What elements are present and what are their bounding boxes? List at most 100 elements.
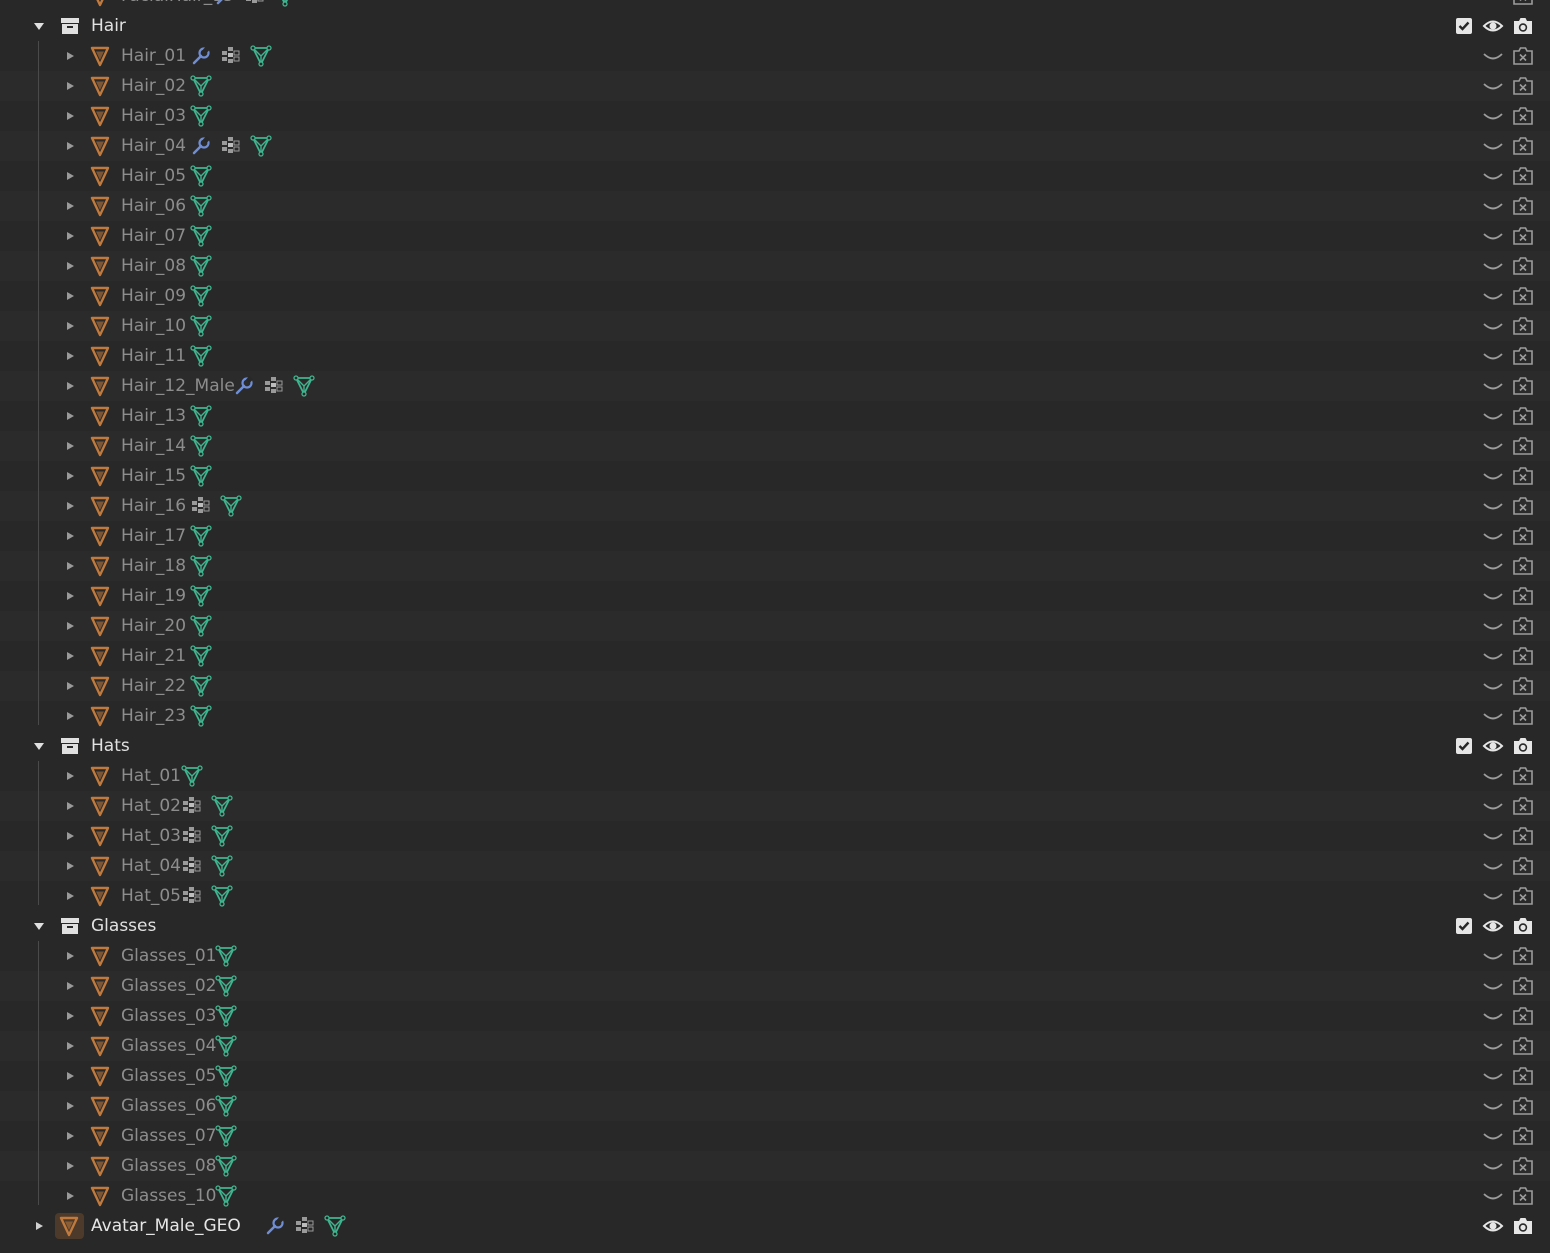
camera-disabled-icon[interactable] <box>1512 405 1534 427</box>
eye-closed-icon[interactable] <box>1482 105 1504 127</box>
collapse-arrow-icon[interactable] <box>31 731 47 761</box>
modifier-grid-icon[interactable] <box>181 795 203 817</box>
list-item[interactable]: Hair_22 <box>0 671 1550 701</box>
camera-icon[interactable] <box>1512 1215 1534 1237</box>
expand-arrow-icon[interactable] <box>62 851 78 881</box>
mesh-data-icon[interactable] <box>324 1215 346 1237</box>
modifier-grid-icon[interactable] <box>220 135 242 157</box>
eye-closed-icon[interactable] <box>1482 525 1504 547</box>
eye-icon[interactable] <box>1482 735 1504 757</box>
eye-closed-icon[interactable] <box>1482 195 1504 217</box>
camera-disabled-icon[interactable] <box>1512 255 1534 277</box>
camera-disabled-icon[interactable] <box>1512 105 1534 127</box>
expand-arrow-icon[interactable] <box>62 1031 78 1061</box>
mesh-data-icon[interactable] <box>190 195 212 217</box>
list-item[interactable]: Hat_02 <box>0 791 1550 821</box>
expand-arrow-icon[interactable] <box>62 1091 78 1121</box>
eye-closed-icon[interactable] <box>1482 975 1504 997</box>
eye-closed-icon[interactable] <box>1482 345 1504 367</box>
expand-arrow-icon[interactable] <box>62 371 78 401</box>
list-item[interactable]: Hair_04 <box>0 131 1550 161</box>
camera-disabled-icon[interactable] <box>1512 375 1534 397</box>
eye-closed-icon[interactable] <box>1482 855 1504 877</box>
camera-disabled-icon[interactable] <box>1512 1065 1534 1087</box>
expand-arrow-icon[interactable] <box>62 701 78 731</box>
list-item[interactable]: Hair_13 <box>0 401 1550 431</box>
eye-closed-icon[interactable] <box>1482 285 1504 307</box>
expand-arrow-icon[interactable] <box>62 71 78 101</box>
list-item[interactable]: Hair_12_Male <box>0 371 1550 401</box>
list-item[interactable]: Glasses_01 <box>0 941 1550 971</box>
list-item[interactable]: Hair_15 <box>0 461 1550 491</box>
modifier-grid-icon[interactable] <box>244 0 266 7</box>
wrench-icon[interactable] <box>190 45 212 67</box>
mesh-data-icon[interactable] <box>211 795 233 817</box>
camera-disabled-icon[interactable] <box>1512 345 1534 367</box>
list-item[interactable]: Hair_09 <box>0 281 1550 311</box>
expand-arrow-icon[interactable] <box>62 251 78 281</box>
list-item[interactable]: Hair_20 <box>0 611 1550 641</box>
camera-disabled-icon[interactable] <box>1512 795 1534 817</box>
mesh-data-icon[interactable] <box>215 945 237 967</box>
mesh-data-icon[interactable] <box>190 345 212 367</box>
list-item[interactable]: Hair_21 <box>0 641 1550 671</box>
eye-closed-icon[interactable] <box>1482 1005 1504 1027</box>
expand-arrow-icon[interactable] <box>62 521 78 551</box>
mesh-data-icon[interactable] <box>220 495 242 517</box>
eye-closed-icon[interactable] <box>1482 165 1504 187</box>
mesh-data-icon[interactable] <box>215 975 237 997</box>
eye-closed-icon[interactable] <box>1482 0 1504 7</box>
eye-closed-icon[interactable] <box>1482 825 1504 847</box>
camera-disabled-icon[interactable] <box>1512 945 1534 967</box>
mesh-data-icon[interactable] <box>190 555 212 577</box>
eye-icon[interactable] <box>1482 15 1504 37</box>
camera-disabled-icon[interactable] <box>1512 1035 1534 1057</box>
expand-arrow-icon[interactable] <box>62 641 78 671</box>
modifier-grid-icon[interactable] <box>263 375 285 397</box>
eye-closed-icon[interactable] <box>1482 945 1504 967</box>
list-item[interactable]: Hair_03 <box>0 101 1550 131</box>
list-item[interactable]: Hat_01 <box>0 761 1550 791</box>
camera-disabled-icon[interactable] <box>1512 645 1534 667</box>
expand-arrow-icon[interactable] <box>62 461 78 491</box>
eye-closed-icon[interactable] <box>1482 1155 1504 1177</box>
eye-closed-icon[interactable] <box>1482 135 1504 157</box>
collapse-arrow-icon[interactable] <box>31 911 47 941</box>
camera-disabled-icon[interactable] <box>1512 285 1534 307</box>
mesh-data-icon[interactable] <box>274 0 296 7</box>
camera-disabled-icon[interactable] <box>1512 45 1534 67</box>
mesh-data-icon[interactable] <box>211 825 233 847</box>
eye-closed-icon[interactable] <box>1482 495 1504 517</box>
mesh-data-icon[interactable] <box>215 1005 237 1027</box>
expand-arrow-icon[interactable] <box>62 191 78 221</box>
list-item[interactable]: Glasses_10 <box>0 1181 1550 1211</box>
collection-row-hair[interactable]: Hair <box>0 11 1550 41</box>
eye-closed-icon[interactable] <box>1482 1035 1504 1057</box>
eye-closed-icon[interactable] <box>1482 765 1504 787</box>
expand-arrow-icon[interactable] <box>62 611 78 641</box>
wrench-icon[interactable] <box>190 135 212 157</box>
list-item[interactable]: Glasses_05 <box>0 1061 1550 1091</box>
camera-disabled-icon[interactable] <box>1512 885 1534 907</box>
eye-closed-icon[interactable] <box>1482 45 1504 67</box>
expand-arrow-icon[interactable] <box>62 131 78 161</box>
list-item[interactable]: Hair_18 <box>0 551 1550 581</box>
camera-disabled-icon[interactable] <box>1512 765 1534 787</box>
modifier-grid-icon[interactable] <box>294 1215 316 1237</box>
eye-closed-icon[interactable] <box>1482 1125 1504 1147</box>
mesh-data-icon[interactable] <box>215 1185 237 1207</box>
camera-disabled-icon[interactable] <box>1512 525 1534 547</box>
expand-arrow-icon[interactable] <box>62 491 78 521</box>
mesh-data-icon[interactable] <box>250 45 272 67</box>
camera-disabled-icon[interactable] <box>1512 585 1534 607</box>
list-item[interactable]: Hair_08 <box>0 251 1550 281</box>
expand-arrow-icon[interactable] <box>62 431 78 461</box>
camera-disabled-icon[interactable] <box>1512 1155 1534 1177</box>
eye-closed-icon[interactable] <box>1482 405 1504 427</box>
camera-disabled-icon[interactable] <box>1512 165 1534 187</box>
list-item[interactable]: Hair_14 <box>0 431 1550 461</box>
list-item[interactable]: Glasses_07 <box>0 1121 1550 1151</box>
camera-icon[interactable] <box>1512 735 1534 757</box>
camera-disabled-icon[interactable] <box>1512 495 1534 517</box>
wrench-icon[interactable] <box>233 375 255 397</box>
